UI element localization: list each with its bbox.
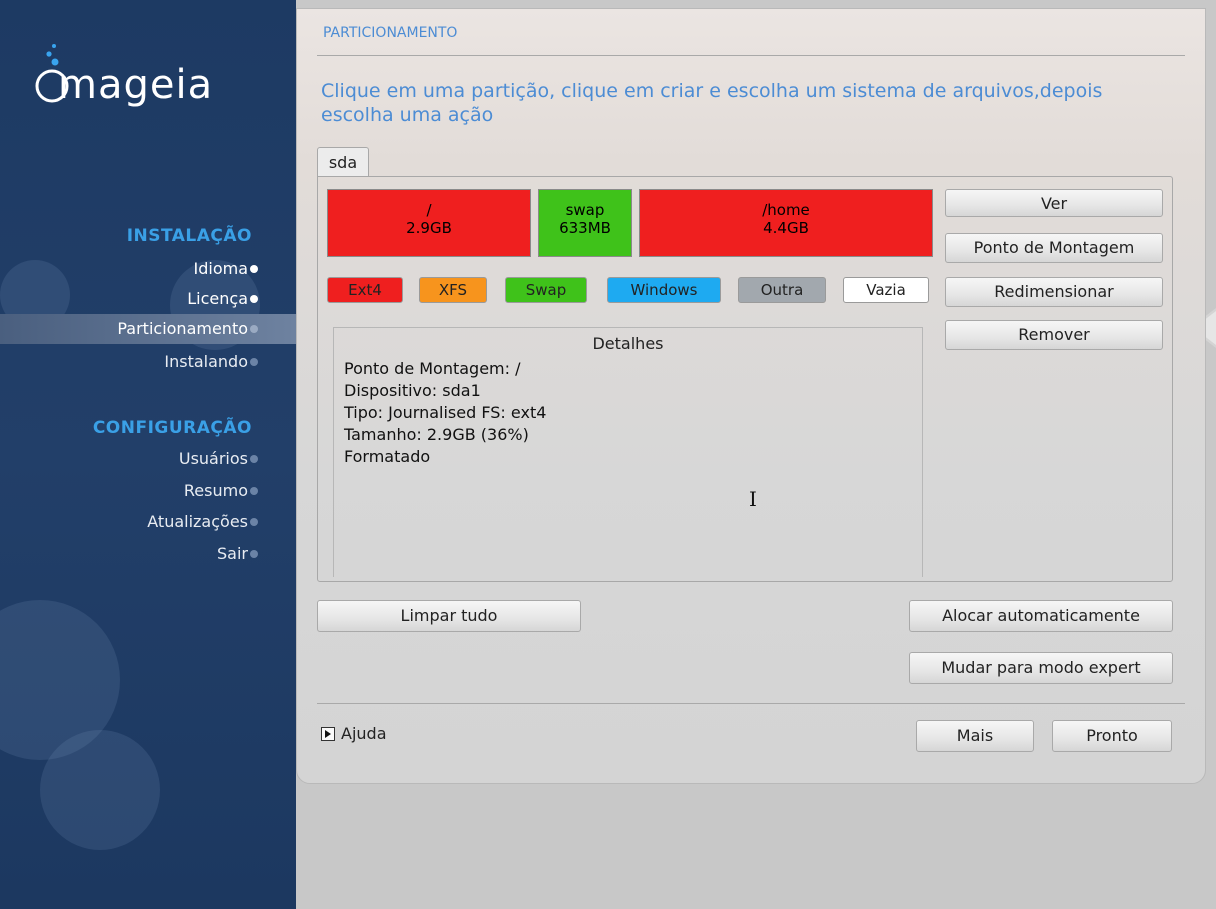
detail-device: Dispositivo: sda1 (344, 381, 481, 400)
legend-vazia: Vazia (843, 277, 929, 303)
title-divider (317, 55, 1185, 56)
detail-size: Tamanho: 2.9GB (36%) (344, 425, 529, 444)
sidebar-item-label: Atualizações (147, 512, 248, 531)
sidebar-item-atualizacoes: Atualizações (0, 507, 296, 537)
sidebar-item-sair: Sair (0, 539, 296, 569)
tab-sda[interactable]: sda (317, 147, 369, 177)
help-expander[interactable]: Ajuda (321, 723, 387, 745)
sidebar-item-instalando: Instalando (0, 347, 296, 377)
sidebar-item-label: Licença (187, 289, 248, 308)
expand-arrow-icon[interactable] (321, 727, 335, 741)
auto-allocate-button[interactable]: Alocar automaticamente (909, 600, 1173, 632)
sidebar-item-particionamento: Particionamento (0, 314, 296, 344)
help-label: Ajuda (341, 724, 387, 743)
sidebar-item-resumo: Resumo (0, 476, 296, 506)
sidebar-item-label: Sair (217, 544, 248, 563)
sidebar-item-label: Usuários (178, 449, 248, 468)
section-title-configuration: CONFIGURAÇÃO (92, 418, 252, 438)
detail-mount-point: Ponto de Montagem: / (344, 359, 521, 378)
sidebar-item-label: Instalando (164, 352, 248, 371)
main-panel: PARTICIONAMENTO Clique em uma partição, … (296, 8, 1206, 784)
details-panel: Detalhes Ponto de Montagem: / Dispositiv… (333, 327, 923, 577)
sidebar-item-label: Particionamento (117, 319, 248, 338)
footer-divider (317, 703, 1185, 704)
partition-size: 2.9GB (406, 219, 452, 237)
text-cursor-icon: I (749, 487, 757, 511)
flower-decoration (40, 730, 160, 850)
view-button[interactable]: Ver (945, 189, 1163, 217)
partition-name: / (426, 201, 432, 219)
done-button[interactable]: Pronto (1052, 720, 1172, 752)
legend-ext4: Ext4 (327, 277, 403, 303)
detail-formatted: Formatado (344, 447, 431, 466)
sidebar-item-label: Idioma (193, 259, 249, 278)
legend-xfs: XFS (419, 277, 487, 303)
partition-swap[interactable]: swap 633MB (538, 189, 632, 257)
page-title: PARTICIONAMENTO (323, 25, 458, 41)
status-dot (250, 455, 258, 463)
sidebar-item-usuarios: Usuários (0, 444, 296, 474)
section-title-installation: INSTALAÇÃO (126, 226, 252, 246)
partition-name: /home (762, 201, 810, 219)
status-dot (250, 295, 258, 303)
status-dot (250, 265, 258, 273)
sidebar-item-idioma: Idioma (0, 254, 296, 284)
legend-windows: Windows (607, 277, 721, 303)
more-button[interactable]: Mais (916, 720, 1034, 752)
detail-type: Tipo: Journalised FS: ext4 (344, 403, 547, 422)
remove-button[interactable]: Remover (945, 320, 1163, 350)
partition-size: 4.4GB (763, 219, 809, 237)
status-dot (250, 518, 258, 526)
status-dot (250, 325, 258, 333)
mount-point-button[interactable]: Ponto de Montagem (945, 233, 1163, 263)
status-dot (250, 550, 258, 558)
details-title: Detalhes (592, 334, 664, 353)
partition-size: 633MB (559, 219, 611, 237)
clear-all-button[interactable]: Limpar tudo (317, 600, 581, 632)
partition-name: swap (565, 201, 605, 219)
instruction-text: Clique em uma partição, clique em criar … (321, 80, 1103, 126)
details-body: Ponto de Montagem: / Dispositivo: sda1 T… (344, 358, 546, 468)
logo-wordmark: mageia (58, 62, 214, 108)
sidebar-item-label: Resumo (183, 481, 248, 500)
expert-mode-button[interactable]: Mudar para modo expert (909, 652, 1173, 684)
status-dot (250, 487, 258, 495)
partition-root[interactable]: / 2.9GB (327, 189, 531, 257)
resize-button[interactable]: Redimensionar (945, 277, 1163, 307)
legend-outra: Outra (738, 277, 826, 303)
sidebar-item-licenca: Licença (0, 284, 296, 314)
legend-swap: Swap (505, 277, 587, 303)
sidebar: mageia INSTALAÇÃO Idioma Licença Partici… (0, 0, 296, 909)
partition-home[interactable]: /home 4.4GB (639, 189, 933, 257)
status-dot (250, 358, 258, 366)
